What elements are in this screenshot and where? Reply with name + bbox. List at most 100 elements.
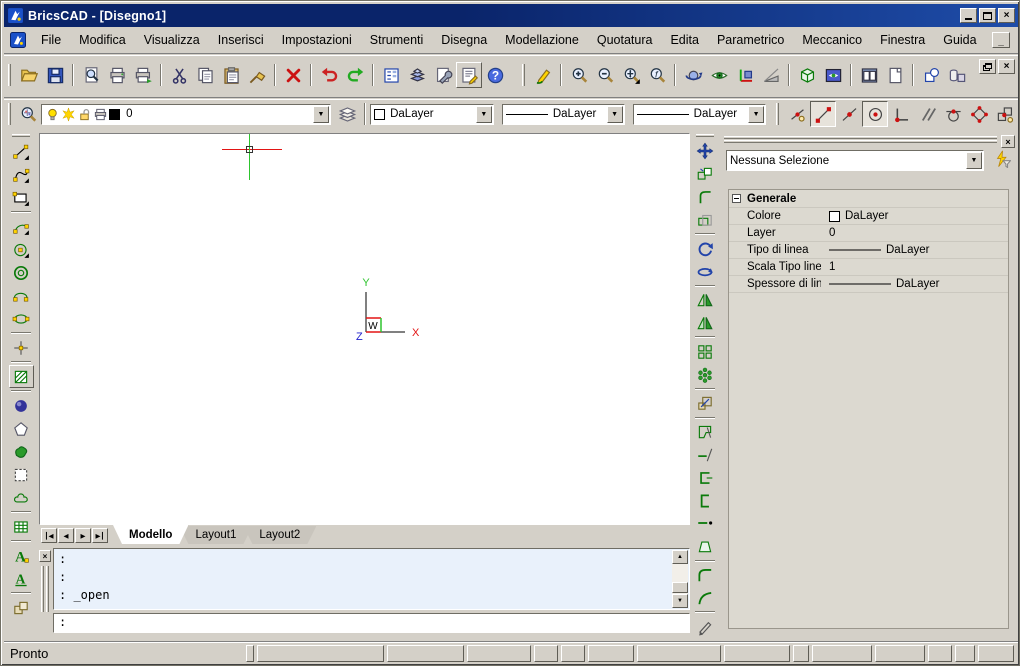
solids-button[interactable] (944, 62, 970, 88)
menu-visualizza[interactable]: Visualizza (135, 30, 209, 50)
toolbar-grip[interactable] (522, 64, 525, 86)
selection-combobox[interactable]: Nessuna Selezione ▼ (726, 150, 984, 171)
menu-edita[interactable]: Edita (661, 30, 708, 50)
open-button[interactable] (16, 62, 42, 88)
menu-impostazioni[interactable]: Impostazioni (273, 30, 361, 50)
status-field[interactable] (724, 645, 790, 662)
orbit-button[interactable] (680, 62, 706, 88)
ucs-button[interactable] (732, 62, 758, 88)
status-field[interactable] (875, 645, 925, 662)
cut-button[interactable] (166, 62, 192, 88)
move-button[interactable] (693, 140, 718, 163)
tab-last-button[interactable]: ▶┃ (92, 528, 108, 543)
command-scrollbar[interactable]: ▲ ▼ (672, 550, 688, 608)
command-grip[interactable] (46, 566, 49, 612)
hatch-button[interactable] (9, 365, 34, 388)
status-field[interactable] (793, 645, 809, 662)
scroll-down-button[interactable]: ▼ (672, 594, 688, 608)
rectangle-button[interactable] (9, 186, 34, 209)
menu-meccanico[interactable]: Meccanico (793, 30, 871, 50)
status-field[interactable] (978, 645, 1014, 662)
toolbar-grip[interactable] (696, 134, 714, 137)
region-button[interactable] (9, 417, 34, 440)
menu-inserisci[interactable]: Inserisci (209, 30, 273, 50)
zoom-in-button[interactable] (566, 62, 592, 88)
mirror-3d-button[interactable] (693, 312, 718, 335)
menu-parametrico[interactable]: Parametrico (708, 30, 793, 50)
property-row[interactable]: ColoreDaLayer (729, 208, 1008, 225)
settings-button[interactable] (430, 62, 456, 88)
properties-button[interactable] (378, 62, 404, 88)
status-field[interactable] (928, 645, 952, 662)
undo-button[interactable] (316, 62, 342, 88)
solid-button[interactable] (9, 394, 34, 417)
command-grip[interactable] (41, 566, 44, 612)
status-field[interactable] (467, 645, 531, 662)
snap-perpendicular-button[interactable] (888, 101, 914, 127)
content-explorer-button[interactable] (404, 62, 430, 88)
layer-dropdown-arrow[interactable]: ▼ (313, 106, 329, 123)
lineweight-combobox[interactable]: DaLayer ▼ (633, 104, 766, 125)
lengthen-button[interactable] (693, 512, 718, 535)
tab-layout2[interactable]: Layout2 (243, 526, 316, 544)
draw-order-button[interactable] (918, 62, 944, 88)
menu-strumenti[interactable]: Strumenti (361, 30, 433, 50)
status-field[interactable] (246, 645, 254, 662)
print-preview-button[interactable] (78, 62, 104, 88)
array-button[interactable] (693, 340, 718, 363)
break-button[interactable] (693, 466, 718, 489)
linetype-combobox[interactable]: DaLayer ▼ (502, 104, 625, 125)
array-3d-button[interactable] (693, 363, 718, 386)
wipeout-button[interactable] (9, 463, 34, 486)
tab-layout1[interactable]: Layout1 (179, 526, 252, 544)
mtext-button[interactable]: A (9, 567, 34, 590)
circle-button[interactable] (9, 238, 34, 261)
menu-modifica[interactable]: Modifica (70, 30, 135, 50)
paste-button[interactable] (218, 62, 244, 88)
linetype-dropdown-arrow[interactable]: ▼ (607, 106, 623, 123)
snap-insertion-button[interactable] (992, 101, 1018, 127)
join-button[interactable] (693, 489, 718, 512)
scroll-up-button[interactable]: ▲ (672, 550, 688, 564)
layers-button[interactable] (335, 101, 360, 127)
polyline-button[interactable] (9, 163, 34, 186)
property-row[interactable]: Tipo di lineaDaLayer (729, 242, 1008, 259)
section-header[interactable]: Generale (729, 190, 1008, 208)
menu-guida[interactable]: Guida (934, 30, 985, 50)
status-field[interactable] (955, 645, 975, 662)
menu-quotatura[interactable]: Quotatura (588, 30, 662, 50)
explode-button[interactable] (693, 535, 718, 558)
status-field[interactable] (387, 645, 464, 662)
menu-disegna[interactable]: Disegna (432, 30, 496, 50)
ellipse-button[interactable] (9, 307, 34, 330)
redline-button[interactable] (530, 62, 556, 88)
command-input[interactable]: : (53, 613, 690, 633)
snap-parallel-button[interactable] (914, 101, 940, 127)
notes-button[interactable] (456, 62, 482, 88)
mdi-close-button[interactable]: × (998, 59, 1015, 74)
plot-button[interactable] (130, 62, 156, 88)
color-combobox[interactable]: DaLayer ▼ (370, 104, 494, 125)
tab-first-button[interactable]: ┃◀ (41, 528, 57, 543)
block-button[interactable] (9, 596, 34, 619)
command-close-button[interactable]: × (39, 550, 51, 562)
mirror-button[interactable] (693, 289, 718, 312)
scroll-thumb[interactable] (672, 582, 688, 593)
status-field[interactable] (534, 645, 558, 662)
print-button[interactable] (104, 62, 130, 88)
extend-button[interactable] (693, 444, 718, 467)
snap-midpoint-button[interactable] (836, 101, 862, 127)
menu-modellazione[interactable]: Modellazione (496, 30, 588, 50)
tab-next-button[interactable]: ▶ (75, 528, 91, 543)
look-button[interactable] (706, 62, 732, 88)
new-window-button[interactable] (882, 62, 908, 88)
layer-explorer-button[interactable] (16, 101, 41, 127)
scale-button[interactable] (693, 392, 718, 415)
help-button[interactable]: ? (482, 62, 508, 88)
status-field[interactable] (637, 645, 721, 662)
ellipse-arc-button[interactable] (9, 284, 34, 307)
drawing-canvas[interactable]: W Y X Z (39, 133, 690, 525)
save-button[interactable] (42, 62, 68, 88)
color-dropdown-arrow[interactable]: ▼ (476, 106, 492, 123)
zoom-previous-button[interactable]: f (644, 62, 670, 88)
